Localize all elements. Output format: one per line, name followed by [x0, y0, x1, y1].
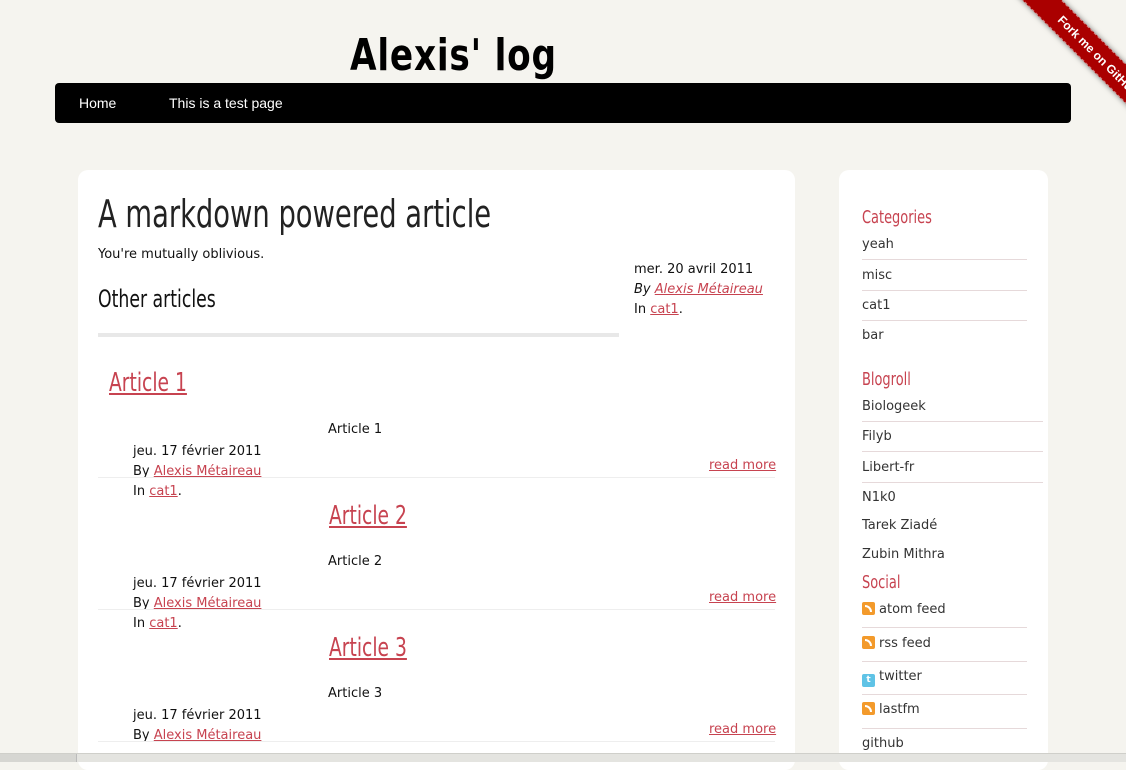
blogroll-heading: Blogroll: [862, 369, 911, 390]
social-lastfm[interactable]: lastfm: [862, 702, 920, 717]
article-title: A markdown powered article: [98, 192, 492, 236]
fork-me-link[interactable]: Fork me on GitHub: [1010, 0, 1126, 144]
in-label: In: [133, 484, 146, 499]
period: .: [177, 616, 182, 631]
article-2-title[interactable]: Article 2: [329, 501, 407, 531]
article-1-meta: jeu. 17 février 2011 By Alexis Métaireau…: [133, 442, 262, 502]
social-atom-feed[interactable]: atom feed: [862, 602, 946, 617]
category-link[interactable]: cat1: [650, 302, 678, 317]
divider: [862, 627, 1027, 628]
article-1-summary: Article 1: [328, 422, 383, 437]
twitter-icon: t: [862, 674, 875, 687]
blogroll-filyb[interactable]: Filyb: [862, 429, 892, 444]
divider: [862, 451, 1043, 452]
category-yeah[interactable]: yeah: [862, 237, 894, 252]
article-3-title[interactable]: Article 3: [329, 633, 407, 663]
rss-icon: [862, 702, 875, 715]
rss-icon: [862, 636, 875, 649]
divider: [862, 320, 1027, 321]
sidebar: Categories yeah misc cat1 bar Blogroll B…: [839, 170, 1048, 770]
social-rss-feed[interactable]: rss feed: [862, 636, 931, 651]
article-separator: [98, 609, 775, 610]
blogroll-biologeek[interactable]: Biologeek: [862, 399, 926, 414]
article-3-meta: jeu. 17 février 2011 By Alexis Métaireau: [133, 706, 262, 746]
in-label: In: [634, 302, 647, 317]
article-3-summary: Article 3: [328, 686, 383, 701]
period: .: [678, 302, 683, 317]
category-cat1[interactable]: cat1: [862, 298, 890, 313]
blogroll-tarek-ziade[interactable]: Tarek Ziadé: [862, 518, 937, 533]
social-github[interactable]: github: [862, 736, 904, 751]
other-articles-heading: Other articles: [98, 285, 216, 313]
divider: [862, 728, 1027, 729]
article-meta: mer. 20 avril 2011 By Alexis Métaireau I…: [634, 260, 763, 320]
divider: [862, 259, 1027, 260]
period: .: [177, 484, 182, 499]
article-separator: [98, 741, 775, 742]
article-2-summary: Article 2: [328, 554, 383, 569]
article-1-read-more[interactable]: read more: [709, 458, 776, 473]
github-ribbon: Fork me on GitHub: [976, 0, 1126, 150]
divider: [862, 482, 1043, 483]
article-2-date: jeu. 17 février 2011: [133, 576, 262, 591]
blogroll-libert-fr[interactable]: Libert-fr: [862, 460, 914, 475]
divider: [862, 290, 1027, 291]
social-twitter[interactable]: t twitter: [862, 669, 922, 687]
article-1-date: jeu. 17 février 2011: [133, 444, 262, 459]
article-2-read-more[interactable]: read more: [709, 590, 776, 605]
social-label: twitter: [879, 669, 922, 684]
in-label: In: [133, 616, 146, 631]
article-1-title[interactable]: Article 1: [109, 368, 187, 398]
article-2-meta: jeu. 17 février 2011 By Alexis Métaireau…: [133, 574, 262, 634]
divider: [98, 333, 619, 337]
article-date: mer. 20 avril 2011: [634, 262, 754, 277]
menu-item-test-page[interactable]: This is a test page: [169, 83, 283, 123]
article-1-category-link[interactable]: cat1: [149, 484, 177, 499]
divider: [862, 421, 1043, 422]
main-content: A markdown powered article You're mutual…: [78, 170, 795, 770]
category-bar[interactable]: bar: [862, 328, 884, 343]
blogroll-n1k0[interactable]: N1k0: [862, 490, 896, 505]
blogroll-zubin-mithra[interactable]: Zubin Mithra: [862, 547, 945, 562]
social-heading: Social: [862, 572, 901, 593]
divider: [862, 661, 1027, 662]
article-2-category-link[interactable]: cat1: [149, 616, 177, 631]
article-summary: You're mutually oblivious.: [98, 247, 265, 262]
article-3-date: jeu. 17 février 2011: [133, 708, 262, 723]
main-menu: Home This is a test page: [55, 83, 1071, 123]
article-separator: [98, 477, 775, 478]
menu-item-home[interactable]: Home: [79, 83, 116, 123]
divider: [862, 694, 1027, 695]
author-link[interactable]: Alexis Métaireau: [655, 282, 763, 297]
category-misc[interactable]: misc: [862, 268, 892, 283]
social-label: atom feed: [879, 602, 946, 617]
site-title[interactable]: Alexis' log: [350, 28, 557, 84]
social-label: rss feed: [879, 636, 931, 651]
by-label: By: [634, 282, 651, 297]
social-label: lastfm: [879, 702, 920, 717]
categories-heading: Categories: [862, 207, 932, 228]
article-3-read-more[interactable]: read more: [709, 722, 776, 737]
rss-icon: [862, 602, 875, 615]
